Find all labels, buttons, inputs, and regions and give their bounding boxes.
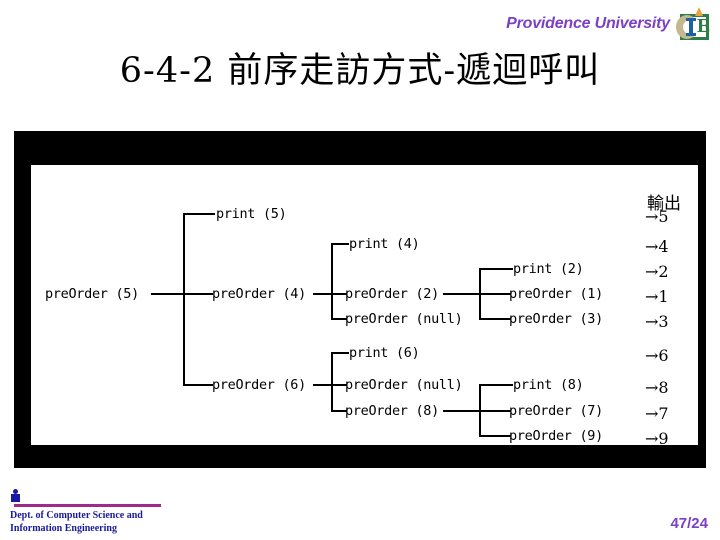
footer-divider	[14, 504, 161, 507]
edge-to-print4	[331, 243, 349, 245]
page-number: 47/24	[670, 515, 708, 532]
recursion-trace-figure: preOrder (5) print (5) preOrder (4) preO…	[14, 131, 706, 468]
output-item: →3	[645, 312, 669, 331]
header-bar: Providence University E	[506, 7, 711, 40]
edge-spine-preorder8-children	[479, 384, 481, 436]
edge-spine-preorder6-children	[331, 352, 333, 410]
edge-spine-to-print5	[183, 213, 215, 215]
edge-to-print2	[479, 268, 513, 270]
output-item: →8	[645, 378, 669, 397]
output-item: →9	[645, 429, 669, 445]
brand-title: Providence University	[506, 15, 670, 32]
edge-spine-level1	[183, 213, 185, 385]
edge-to-preorder9	[479, 435, 511, 437]
edge-spine-preorder4-children	[331, 243, 333, 320]
output-item: →4	[645, 237, 669, 256]
output-item: →7	[645, 404, 669, 423]
edge-to-print6	[331, 352, 349, 354]
logo-flame-icon	[695, 7, 703, 16]
output-item: →1	[645, 287, 669, 306]
call-node-print8: print (8)	[513, 377, 584, 393]
call-node-preorder6: preOrder (6)	[212, 377, 306, 393]
call-node-preorder1: preOrder (1)	[509, 286, 603, 302]
logo-letter-e: E	[697, 15, 711, 37]
footer-department: Dept. of Computer Science and Informatio…	[10, 509, 240, 535]
person-icon-body	[11, 494, 20, 502]
edge-preorder6-to-spine	[313, 384, 347, 386]
figure-canvas: preOrder (5) print (5) preOrder (4) preO…	[31, 165, 698, 445]
output-item: →6	[645, 346, 669, 365]
logo-letter-i-serif-bottom	[686, 33, 696, 36]
call-node-preorder4: preOrder (4)	[212, 286, 306, 302]
call-node-print5: print (5)	[216, 206, 287, 222]
providence-university-logo-icon: E	[676, 7, 711, 40]
call-node-print2: print (2)	[513, 261, 584, 277]
call-node-print6: print (6)	[349, 345, 420, 361]
call-node-preorder3: preOrder (3)	[509, 311, 603, 327]
call-node-print4: print (4)	[349, 236, 420, 252]
person-icon	[11, 489, 20, 502]
edge-preorder4-to-spine	[313, 293, 347, 295]
call-node-preorder-null-b: preOrder (null)	[345, 377, 463, 393]
call-node-preorder8: preOrder (8)	[345, 403, 439, 419]
call-node-preorder-null-a: preOrder (null)	[345, 311, 463, 327]
edge-preorder8-to-spine	[443, 410, 511, 412]
edge-root-to-spine	[151, 293, 213, 295]
edge-preorder2-to-spine	[443, 293, 511, 295]
output-item: →2	[645, 262, 669, 281]
edge-spine-preorder2-children	[479, 268, 481, 320]
slide-title: 6-4-2 前序走訪方式-遞迴呼叫	[119, 51, 601, 91]
call-node-preorder2: preOrder (2)	[345, 286, 439, 302]
footer-department-line1: Dept. of Computer Science and	[10, 510, 143, 521]
call-node-preorder5: preOrder (5)	[45, 286, 139, 302]
output-item: →5	[645, 207, 669, 226]
edge-to-print8	[479, 384, 513, 386]
call-node-preorder7: preOrder (7)	[509, 403, 603, 419]
call-node-preorder9: preOrder (9)	[509, 428, 603, 444]
edge-to-preorder3	[479, 318, 511, 320]
edge-spine-to-preorder6	[183, 384, 213, 386]
footer-department-line2: Information Engineering	[10, 523, 117, 534]
